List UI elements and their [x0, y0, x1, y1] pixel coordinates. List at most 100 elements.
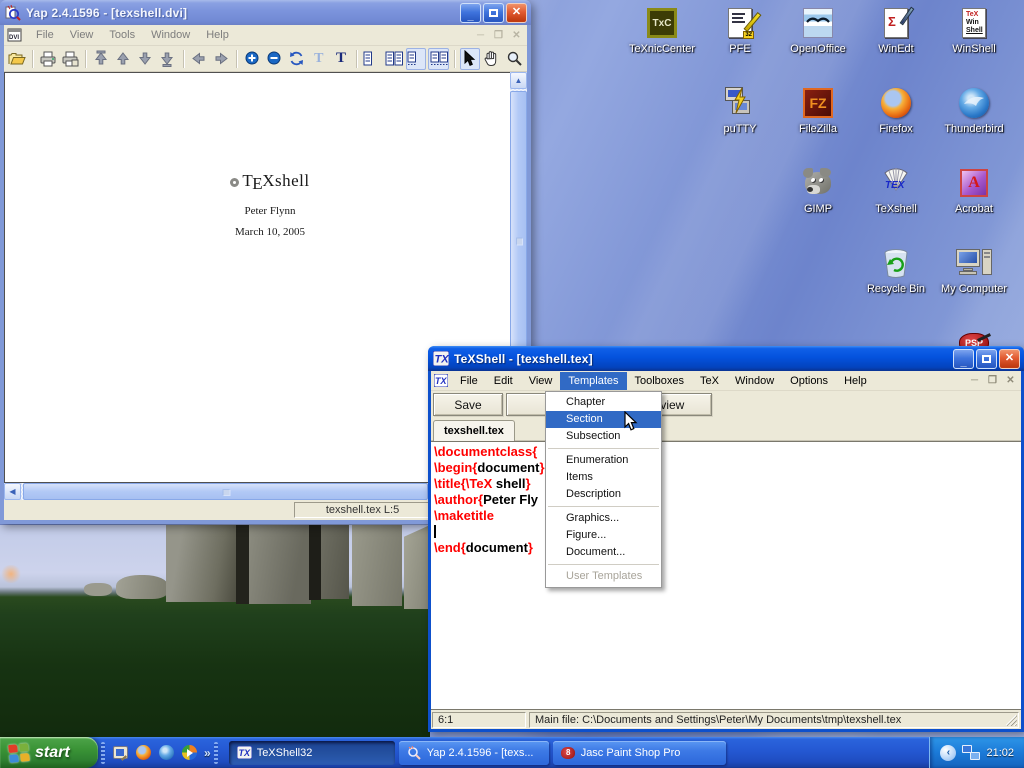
mdi-minimize-icon[interactable]: ─	[473, 30, 488, 41]
texshell-menu-view[interactable]: View	[521, 372, 561, 390]
desktop-icon-texshell[interactable]: TEXTeXshell	[858, 166, 934, 215]
menu-item-chapter[interactable]: Chapter	[546, 394, 661, 411]
editor-line: \maketitle	[434, 508, 1021, 524]
mdi-minimize-icon[interactable]: ─	[967, 375, 982, 386]
quicklaunch-firefox-icon[interactable]	[135, 744, 152, 761]
desktop-icon-mycomputer[interactable]: My Computer	[936, 246, 1012, 295]
menu-item-enumeration[interactable]: Enumeration	[546, 452, 661, 469]
quick-launch-overflow-chevron[interactable]: »	[204, 746, 211, 760]
stone-slab-3	[321, 525, 349, 599]
yap-toolbar-view-facing-button[interactable]	[384, 48, 404, 70]
tab-texshell-tex[interactable]: texshell.tex	[433, 420, 515, 441]
yap-dvi-doc-icon[interactable]: DVI	[7, 28, 22, 43]
desktop-icon-filezilla[interactable]: FZFileZilla	[780, 86, 856, 135]
yap-toolbar-text-mode-button[interactable]: T	[331, 48, 351, 70]
taskbar-grip[interactable]	[214, 742, 218, 764]
stone-low-rock-far	[84, 583, 112, 596]
yap-toolbar-select-tool-button[interactable]	[460, 48, 480, 70]
yap-close-button[interactable]: ✕	[506, 3, 527, 23]
stone-slab-5	[404, 525, 430, 609]
texshell-titlebar[interactable]: TX TeXShell - [texshell.tex] _ ✕	[428, 346, 1024, 371]
texshell-menu-toolboxes[interactable]: Toolboxes	[627, 372, 693, 390]
desktop-icon-openoffice[interactable]: OpenOffice	[780, 6, 856, 55]
yap-toolbar-last-page-button[interactable]	[158, 48, 178, 70]
taskbar-button-psp[interactable]: 8Jasc Paint Shop Pro	[553, 741, 726, 765]
desktop-icon-pfe[interactable]: 32PFE	[702, 6, 778, 55]
texshell-menu-help[interactable]: Help	[836, 372, 875, 390]
texshell-menu-templates[interactable]: Templates	[560, 372, 626, 390]
texshell-menu-file[interactable]: File	[452, 372, 486, 390]
quicklaunch-thunderbird-icon[interactable]	[158, 744, 175, 761]
taskbar-button-texshell32[interactable]: TXTeXShell32	[229, 741, 395, 765]
quicklaunch-media-player-icon[interactable]	[181, 744, 198, 761]
texshell-menu-tex[interactable]: TeX	[692, 372, 727, 390]
menu-item-description[interactable]: Description	[546, 486, 661, 503]
mdi-restore-icon[interactable]: ❐	[491, 30, 506, 41]
menu-item-figure-[interactable]: Figure...	[546, 527, 661, 544]
quicklaunch-show-desktop-icon[interactable]	[112, 744, 129, 761]
tray-chevron-icon[interactable]: ‹	[940, 745, 956, 761]
desktop-icon-thunderbird[interactable]: Thunderbird	[936, 86, 1012, 135]
yap-toolbar-magnifier-tool-button[interactable]	[504, 48, 524, 70]
yap-menu-view[interactable]: View	[62, 26, 102, 44]
mdi-restore-icon[interactable]: ❐	[985, 375, 1000, 386]
toolbar-button-save[interactable]: Save	[433, 393, 503, 416]
texshell-editor[interactable]: \documentclass{\begin{document}\title{\T…	[431, 441, 1021, 710]
texshell-mdi-doc-icon[interactable]: TX	[434, 374, 448, 387]
menu-item-graphics-[interactable]: Graphics...	[546, 510, 661, 527]
yap-menu-file[interactable]: File	[28, 26, 62, 44]
desktop-icon-label: Firefox	[858, 123, 934, 135]
start-button[interactable]: start	[0, 737, 98, 768]
yap-toolbar-open-button[interactable]	[7, 48, 27, 70]
texshell-menu-options[interactable]: Options	[782, 372, 836, 390]
menu-item-document-[interactable]: Document...	[546, 544, 661, 561]
network-tray-icon[interactable]	[962, 745, 980, 760]
yap-toolbar-edit-mode-button[interactable]: T	[309, 48, 329, 70]
yap-toolbar-zoom-in-button[interactable]	[242, 48, 262, 70]
yap-toolbar-zoom-out-button[interactable]	[264, 48, 284, 70]
desktop-icon-winedt[interactable]: ΣWinEdt	[858, 6, 934, 55]
texshell-close-button[interactable]: ✕	[999, 349, 1020, 369]
yap-toolbar-view-continuous-button[interactable]	[406, 48, 426, 70]
mdi-close-icon[interactable]: ✕	[509, 30, 524, 41]
yap-toolbar-refresh-button[interactable]	[287, 48, 307, 70]
menu-item-section[interactable]: Section	[546, 411, 661, 428]
yap-toolbar-view-continuous-facing-button[interactable]	[428, 48, 448, 70]
texshell-window: TX TeXShell - [texshell.tex] _ ✕ TX File…	[428, 346, 1024, 732]
texshell-menu-window[interactable]: Window	[727, 372, 782, 390]
yap-menu-tools[interactable]: Tools	[101, 26, 143, 44]
desktop-icon-firefox[interactable]: Firefox	[858, 86, 934, 135]
scroll-left-button[interactable]: ◀	[4, 483, 21, 500]
desktop-icon-recyclebin[interactable]: Recycle Bin	[858, 246, 934, 295]
texshell-maximize-button[interactable]	[976, 349, 997, 369]
hscroll-thumb[interactable]	[23, 483, 428, 500]
yap-toolbar-back-button[interactable]	[189, 48, 209, 70]
yap-toolbar-next-page-button[interactable]	[136, 48, 156, 70]
yap-titlebar[interactable]: Yap 2.4.1596 - [texshell.dvi] _ ✕	[0, 0, 531, 25]
yap-maximize-button[interactable]	[483, 3, 504, 23]
desktop-icon-winshell[interactable]: TeXWinShellWinShell	[936, 6, 1012, 55]
mdi-close-icon[interactable]: ✕	[1003, 375, 1018, 386]
desktop-icon-putty[interactable]: puTTY	[702, 86, 778, 135]
scroll-up-button[interactable]: ▲	[510, 72, 527, 89]
yap-toolbar-view-single-button[interactable]	[362, 48, 382, 70]
desktop-icon-texniccenter[interactable]: TxCTeXnicCenter	[624, 6, 700, 55]
menu-item-items[interactable]: Items	[546, 469, 661, 486]
menu-item-subsection[interactable]: Subsection	[546, 428, 661, 445]
yap-menu-window[interactable]: Window	[143, 26, 198, 44]
yap-menu-help[interactable]: Help	[198, 26, 237, 44]
yap-toolbar-hand-tool-button[interactable]	[482, 48, 502, 70]
yap-toolbar-forward-button[interactable]	[211, 48, 231, 70]
desktop-icon-acrobat[interactable]: AAcrobat	[936, 166, 1012, 215]
yap-toolbar-print-button[interactable]	[38, 48, 58, 70]
texshell-minimize-button[interactable]: _	[953, 349, 974, 369]
yap-toolbar-prev-page-button[interactable]	[113, 48, 133, 70]
desktop-icon-gimp[interactable]: GIMP	[780, 166, 856, 215]
resize-grip[interactable]	[1006, 715, 1017, 726]
yap-toolbar-print-setup-button[interactable]	[60, 48, 80, 70]
taskbar-button-yap[interactable]: Yap 2.4.1596 - [texs...	[399, 741, 549, 765]
texshell-menu-edit[interactable]: Edit	[486, 372, 521, 390]
yap-toolbar-first-page-button[interactable]	[91, 48, 111, 70]
taskbar-grip[interactable]	[101, 742, 105, 764]
yap-minimize-button[interactable]: _	[460, 3, 481, 23]
